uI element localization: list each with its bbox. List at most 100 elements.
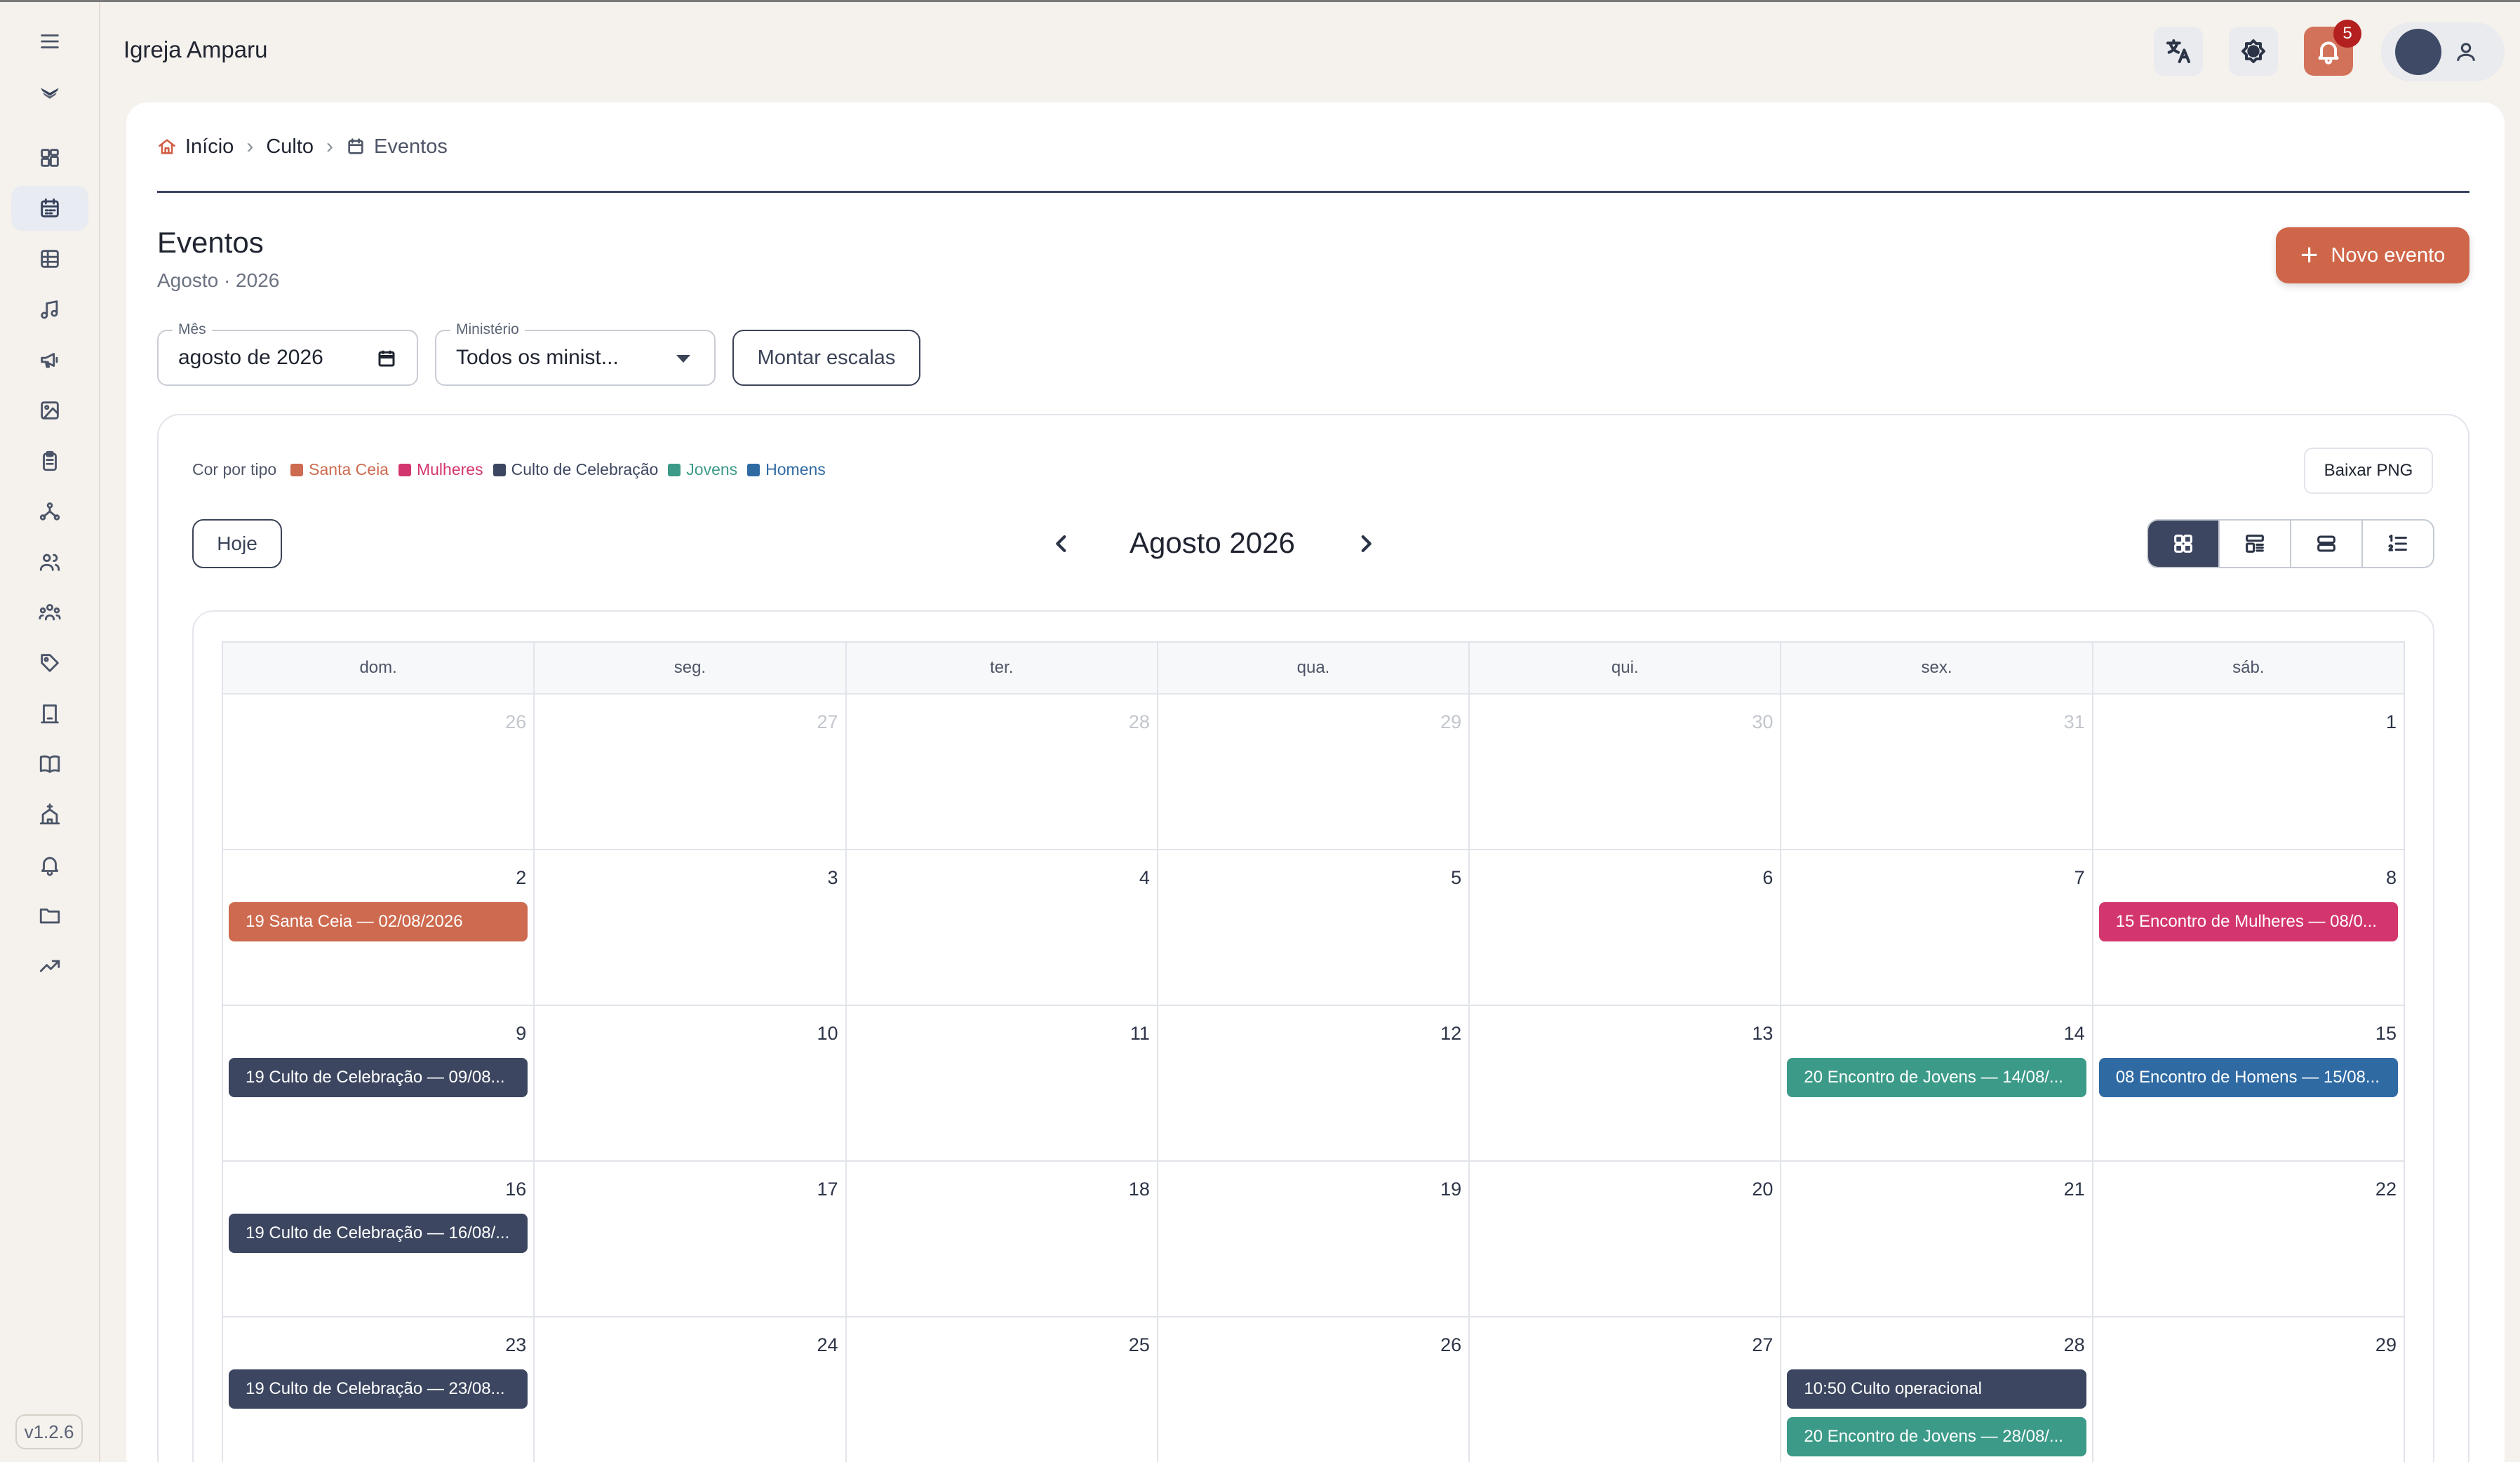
calendar-day-cell[interactable]: 21 [1781, 1162, 2093, 1317]
profile-menu[interactable] [2381, 22, 2505, 81]
chevron-right-icon: › [326, 135, 334, 158]
calendar-day-cell[interactable]: 23 19 Culto de Celebração — 23/08... [223, 1317, 535, 1462]
calendar-day-cell[interactable]: 19 [1158, 1162, 1470, 1317]
calendar-day-cell[interactable]: 27 [535, 695, 847, 850]
calendar-day-cell[interactable]: 16 19 Culto de Celebração — 16/08/... [223, 1162, 535, 1317]
sidebar-dashboard-icon[interactable] [11, 135, 88, 180]
day-number: 8 [2385, 867, 2397, 888]
legend-item-jovens: Jovens [668, 460, 737, 479]
day-number: 9 [516, 1023, 527, 1044]
next-month-button[interactable] [1350, 528, 1382, 560]
calendar-day-cell[interactable]: 22 [2093, 1162, 2405, 1317]
sidebar-users-icon[interactable] [11, 539, 88, 584]
sidebar-clipboard-icon[interactable] [11, 438, 88, 483]
app-logo-icon[interactable] [11, 69, 88, 114]
calendar-day-cell[interactable]: 4 [846, 850, 1158, 1006]
day-number: 20 [1752, 1179, 1774, 1200]
ordered-list-icon [2388, 535, 2407, 551]
sidebar-bell-icon[interactable] [11, 843, 88, 887]
calendar-day-cell[interactable]: 28 [846, 695, 1158, 850]
calendar-day-cell[interactable]: 10 [535, 1006, 847, 1162]
sidebar-church-icon[interactable] [11, 792, 88, 837]
calendar-day-cell[interactable]: 31 [1781, 695, 2093, 850]
calendar-day-cell[interactable]: 29 [2093, 1317, 2405, 1462]
calendar-day-cell[interactable]: 29 [1158, 695, 1470, 850]
calendar-day-cell[interactable]: 25 [847, 1317, 1158, 1462]
day-number: 16 [505, 1179, 527, 1200]
calendar-event[interactable]: 20 Encontro de Jovens — 14/08/... [1787, 1058, 2086, 1097]
calendar-day-cell[interactable]: 20 [1470, 1162, 1782, 1317]
calendar-day-cell[interactable]: 2 19 Santa Ceia — 02/08/2026 [223, 850, 535, 1006]
breadcrumb-home[interactable]: Início [157, 135, 234, 159]
calendar-week-row: 23 19 Culto de Celebração — 23/08... 24 25 2… [223, 1317, 2405, 1462]
day-number: 7 [2074, 867, 2085, 888]
calendar-day-cell[interactable]: 26 [223, 695, 535, 850]
sidebar-network-icon[interactable] [11, 489, 88, 534]
view-week-button[interactable] [2220, 521, 2291, 567]
calendar-event-label: 08 Encontro de Homens — 15/08... [2115, 1068, 2380, 1087]
theme-button[interactable] [2229, 27, 2278, 76]
sidebar-book-icon[interactable] [11, 742, 88, 786]
calendar-day-cell[interactable]: 5 [1158, 850, 1470, 1006]
calendar-day-cell[interactable]: 11 [846, 1006, 1158, 1162]
calendar-event[interactable]: 20 Encontro de Jovens — 28/08/... [1787, 1417, 2086, 1456]
calendar-event-label: 19 Culto de Celebração — 09/08... [246, 1068, 505, 1087]
translate-icon [2166, 39, 2190, 63]
calendar-day-cell[interactable]: 13 [1470, 1006, 1782, 1162]
calendar-event[interactable]: 19 Culto de Celebração — 09/08... [229, 1058, 528, 1097]
sidebar-building-icon[interactable] [11, 691, 88, 736]
calendar-day-cell[interactable]: 3 [535, 850, 847, 1006]
weekday-label: dom. [223, 643, 535, 695]
calendar-event-label: 19 Culto de Celebração — 23/08... [246, 1379, 505, 1398]
calendar-event[interactable]: 19 Culto de Celebração — 16/08/... [229, 1214, 528, 1253]
sidebar-tag-icon[interactable] [11, 641, 88, 685]
sidebar-group-icon[interactable] [11, 590, 88, 635]
calendar-day-cell[interactable]: 26 [1158, 1317, 1470, 1462]
prev-month-button[interactable] [1045, 528, 1078, 560]
notifications-button[interactable]: 5 [2304, 20, 2361, 76]
view-month-button[interactable] [2148, 521, 2220, 567]
calendar-day-cell[interactable]: 12 [1158, 1006, 1470, 1162]
calendar-day-cell[interactable]: 14 20 Encontro de Jovens — 14/08/... [1781, 1006, 2093, 1162]
calendar-day-cell[interactable]: 24 [535, 1317, 847, 1462]
calendar-day-cell[interactable]: 9 19 Culto de Celebração — 09/08... [223, 1006, 535, 1162]
day-number: 27 [817, 711, 838, 732]
calendar-day-cell[interactable]: 8 15 Encontro de Mulheres — 08/0... [2093, 850, 2405, 1006]
today-button[interactable]: Hoje [192, 519, 282, 568]
download-png-button[interactable]: Baixar PNG [2304, 448, 2433, 494]
breadcrumb-section[interactable]: Culto [266, 135, 314, 159]
calendar-day-cell[interactable]: 18 [846, 1162, 1158, 1317]
ministry-select[interactable]: Ministério Todos os minist... [435, 321, 716, 386]
calendar-event[interactable]: 10:50 Culto operacional [1787, 1369, 2086, 1409]
day-number: 15 [2375, 1023, 2397, 1044]
calendar-event[interactable]: 15 Encontro de Mulheres — 08/0... [2098, 902, 2398, 941]
calendar-day-cell[interactable]: 17 [535, 1162, 847, 1317]
build-scales-button[interactable]: Montar escalas [732, 330, 920, 386]
sidebar-table-icon[interactable] [11, 236, 88, 281]
sidebar-image-icon[interactable] [11, 388, 88, 433]
calendar-day-cell[interactable]: 7 [1781, 850, 2093, 1006]
sidebar-megaphone-icon[interactable] [11, 337, 88, 382]
calendar-day-cell[interactable]: 28 10:50 Culto operacional 20 Encontro de … [1781, 1317, 2093, 1462]
calendar-day-cell[interactable]: 6 [1470, 850, 1782, 1006]
calendar-day-cell[interactable]: 27 [1470, 1317, 1782, 1462]
calendar-day-cell[interactable]: 15 08 Encontro de Homens — 15/08... [2093, 1006, 2405, 1162]
calendar-event-label: 19 Culto de Celebração — 16/08/... [246, 1223, 510, 1242]
view-day-button[interactable] [2291, 521, 2363, 567]
calendar-day-cell[interactable]: 1 [2093, 695, 2405, 850]
ministry-select-label: Ministério [450, 321, 525, 338]
sidebar-music-icon[interactable] [11, 287, 88, 332]
sidebar-calendar-icon[interactable] [11, 186, 88, 231]
menu-toggle-icon[interactable] [11, 19, 88, 64]
translate-button[interactable] [2154, 27, 2203, 76]
calendar-picker-icon[interactable] [376, 348, 397, 369]
new-event-button[interactable]: + Novo evento [2276, 227, 2469, 283]
calendar-event[interactable]: 08 Encontro de Homens — 15/08... [2098, 1058, 2398, 1097]
sidebar-folder-icon[interactable] [11, 893, 88, 938]
calendar-event[interactable]: 19 Santa Ceia — 02/08/2026 [229, 902, 528, 941]
calendar-day-cell[interactable]: 30 [1470, 695, 1782, 850]
month-field[interactable]: Mês agosto de 2026 [157, 321, 418, 386]
calendar-event[interactable]: 19 Culto de Celebração — 23/08... [229, 1369, 528, 1409]
sidebar-trend-icon[interactable] [11, 944, 88, 988]
view-list-button[interactable] [2363, 521, 2433, 567]
